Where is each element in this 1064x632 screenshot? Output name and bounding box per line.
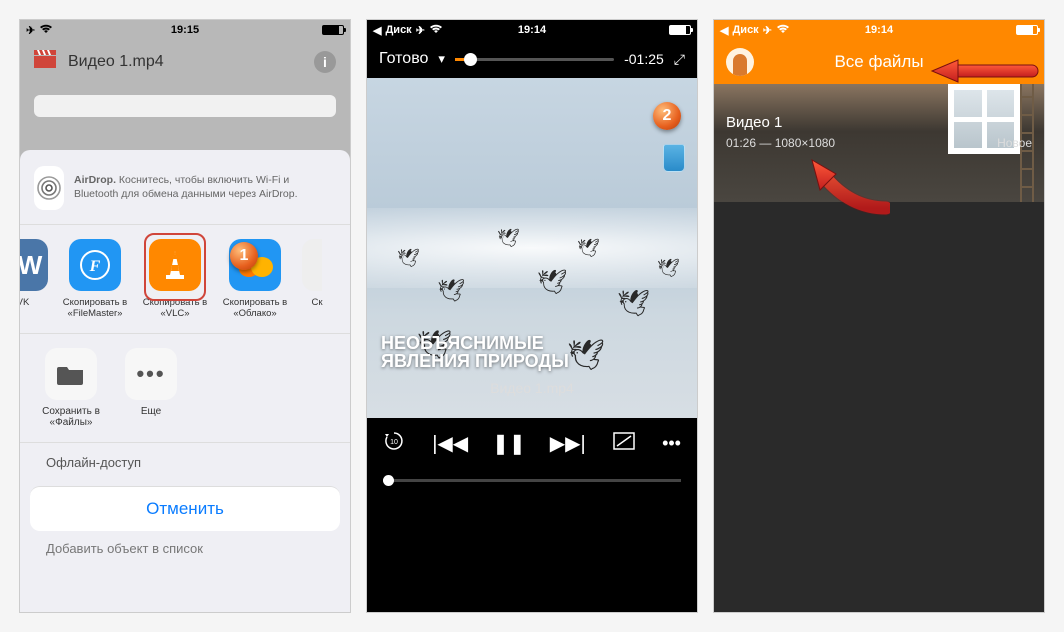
share-app-more[interactable]: Ск [302, 239, 332, 319]
time-remaining: -01:25 [624, 51, 664, 67]
filemaster-icon: F [69, 239, 121, 291]
share-app-filemaster[interactable]: F Скопировать в «FileMaster» [62, 239, 128, 319]
fullscreen-icon[interactable]: ⤢ [674, 51, 685, 68]
next-track-icon[interactable]: ▶▶| [550, 431, 586, 456]
share-sheet: AirDrop. Коснитесь, чтобы включить Wi-Fi… [20, 150, 350, 612]
status-bar: ◀ Диск ✈ 19:14 [714, 20, 1044, 40]
volume-slider[interactable] [383, 479, 681, 482]
share-apps-row[interactable]: W VK F Скопировать в «FileMaster» Скопир… [20, 225, 350, 334]
wifi-icon [429, 24, 443, 37]
svg-text:10: 10 [390, 439, 398, 446]
bird-icon: 🕊 [567, 338, 605, 373]
back-app-label: Диск [732, 24, 758, 36]
app-label: Скопировать в «Облако» [222, 297, 288, 319]
screen-share-sheet: ✈ 19:15 Видео 1.mp4 i A [20, 20, 350, 612]
video-title: Видео 1 [726, 114, 782, 131]
background-row [34, 95, 336, 117]
video-list-item[interactable]: Видео 1 01:26 — 1080×1080 Новое [714, 84, 1044, 202]
wifi-icon [39, 24, 53, 37]
app-label: Скопировать в «VLC» [142, 297, 208, 319]
library-header: Все файлы [714, 40, 1044, 84]
airdrop-row[interactable]: AirDrop. Коснитесь, чтобы включить Wi-Fi… [20, 158, 350, 225]
file-title: Видео 1.mp4 [68, 53, 164, 71]
action-more[interactable]: ••• Еще [118, 348, 184, 428]
brightness-indicator-icon [663, 144, 685, 172]
share-app-vk[interactable]: W VK [20, 239, 48, 319]
background-row-offline: Офлайн-доступ [20, 442, 350, 482]
video-caption: НЕОБЪЯСНИМЫЕ ЯВЛЕНИЯ ПРИРОДЫ [381, 334, 569, 370]
action-label: Еще [118, 406, 184, 417]
status-bar: ✈ 19:15 [20, 20, 350, 40]
more-icon[interactable]: ••• [662, 433, 681, 454]
cancel-button[interactable]: Отменить [30, 486, 340, 531]
bird-icon: 🕊 [577, 238, 600, 259]
battery-icon [669, 25, 691, 35]
app-label: VK [20, 297, 48, 308]
share-actions-row: Сохранить в «Файлы» ••• Еще [20, 334, 350, 442]
screen-vlc-player: ◀ Диск ✈ 19:14 Готово ▾ -01:25 ⤢ 🕊 🕊 🕊 🕊… [367, 20, 697, 612]
header-title: Все файлы [834, 52, 923, 72]
more-icon: ••• [125, 348, 177, 400]
video-file-icon [34, 50, 56, 73]
callout-1: 1 [230, 242, 258, 270]
back-indicator-icon: ◀ [720, 24, 728, 37]
battery-icon [322, 25, 344, 35]
screen-vlc-library: ◀ Диск ✈ 19:14 Все файлы Видео 1 01:26 —… [714, 20, 1044, 612]
pause-icon[interactable]: ❚❚ [492, 431, 526, 456]
airdrop-icon [34, 166, 64, 210]
bird-icon: 🕊 [617, 288, 650, 319]
video-filename: Видео 1.mp4 [367, 380, 697, 396]
battery-icon [1016, 25, 1038, 35]
status-bar: ◀ Диск ✈ 19:14 [367, 20, 697, 40]
back-indicator-icon: ◀ [373, 24, 381, 37]
airplane-icon: ✈ [416, 24, 425, 37]
airplane-icon: ✈ [763, 24, 772, 37]
video-viewport[interactable]: 🕊 🕊 🕊 🕊 🕊 🕊 🕊 🕊 🕊 НЕОБЪЯСНИМЫЕ ЯВЛЕНИЯ П… [367, 78, 697, 418]
wifi-icon [776, 24, 790, 37]
video-subtitle: 01:26 — 1080×1080 [726, 136, 835, 150]
prev-track-icon[interactable]: |◀◀ [432, 431, 468, 456]
bird-icon: 🕊 [437, 278, 465, 304]
bird-icon: 🕊 [497, 228, 520, 249]
vlc-icon [149, 239, 201, 291]
callout-2: 2 [653, 102, 681, 130]
seek-slider[interactable] [455, 58, 614, 61]
action-save-to-files[interactable]: Сохранить в «Файлы» [38, 348, 104, 428]
share-app-vlc[interactable]: Скопировать в «VLC» [142, 239, 208, 319]
rewind-10-icon[interactable]: 10 [383, 430, 405, 457]
bird-icon: 🕊 [397, 248, 420, 269]
bird-icon: 🕊 [537, 268, 567, 297]
airdrop-text: AirDrop. Коснитесь, чтобы включить Wi-Fi… [74, 174, 336, 201]
player-controls: 10 |◀◀ ❚❚ ▶▶| ••• [367, 418, 697, 469]
action-label: Сохранить в «Файлы» [38, 406, 104, 428]
app-label: Скопировать в «FileMaster» [62, 297, 128, 319]
bird-icon: 🕊 [657, 258, 680, 279]
player-top-bar: Готово ▾ -01:25 ⤢ [367, 40, 697, 78]
back-app-label: Диск [385, 24, 411, 36]
airplane-icon: ✈ [26, 24, 35, 37]
next-app-icon [302, 239, 322, 291]
background-row-add: Добавить объект в список [20, 531, 350, 556]
done-button[interactable]: Готово [379, 50, 428, 68]
status-time: 19:15 [20, 24, 350, 36]
new-badge: Новое [997, 136, 1032, 150]
svg-text:F: F [89, 258, 101, 275]
info-button[interactable]: i [314, 51, 336, 73]
vlc-cone-avatar-icon[interactable] [726, 48, 754, 76]
vk-icon: W [20, 239, 48, 291]
file-header: Видео 1.mp4 i [20, 40, 350, 83]
folder-icon [45, 348, 97, 400]
chevron-down-icon[interactable]: ▾ [438, 51, 445, 67]
app-label: Ск [302, 297, 332, 308]
aspect-ratio-icon[interactable] [613, 432, 635, 455]
